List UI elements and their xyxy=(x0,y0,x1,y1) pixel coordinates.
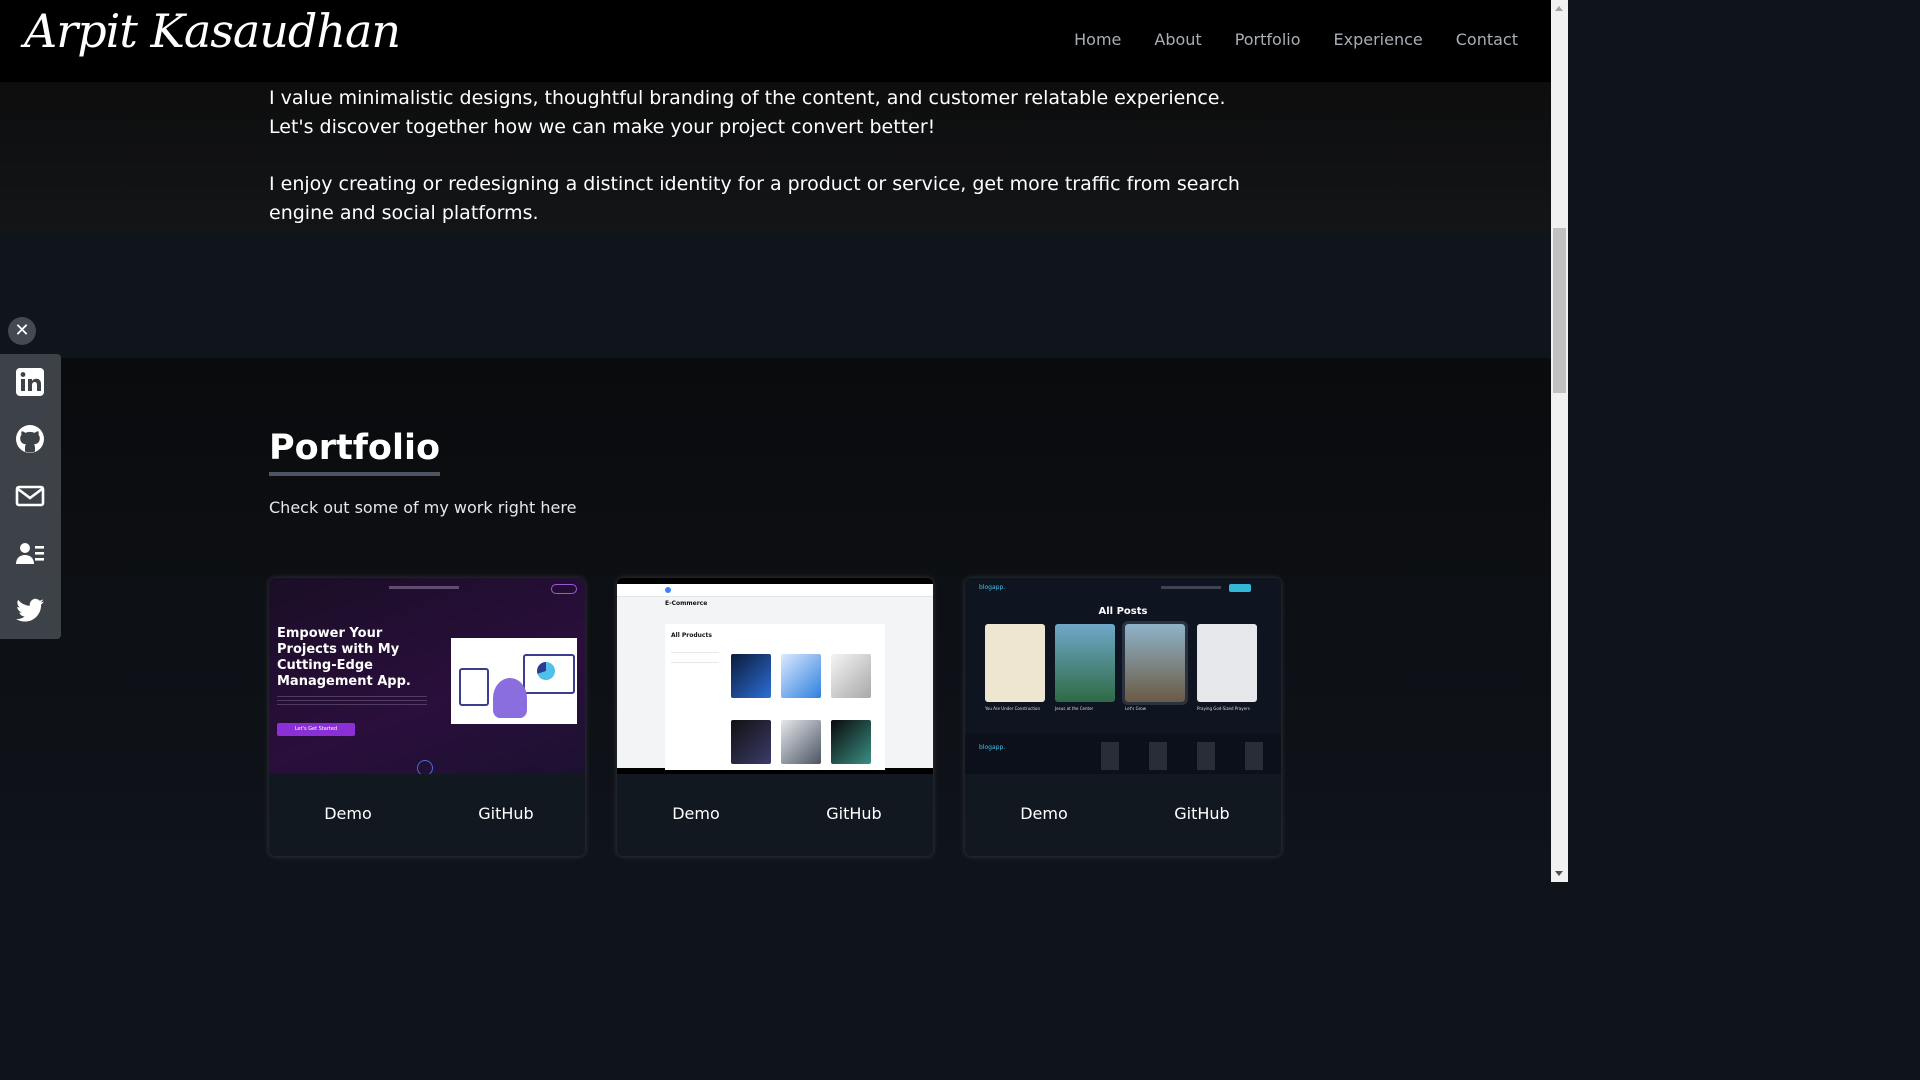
product-image xyxy=(781,654,821,698)
product-image xyxy=(781,720,821,764)
post-image xyxy=(1197,624,1257,702)
product-image xyxy=(731,720,771,764)
thumb-footer: blogapp. xyxy=(965,734,1281,774)
post-title: Let's Grow xyxy=(1125,706,1147,711)
project-thumbnail-3[interactable]: blogapp. All Posts You Are Under Constru… xyxy=(965,578,1281,774)
main-nav: Home About Portfolio Experience Contact xyxy=(1074,30,1518,49)
scroll-down-icon[interactable] xyxy=(1555,871,1563,876)
thumb-topbar xyxy=(617,584,933,597)
thumb-nav-links xyxy=(389,586,459,589)
site-header: Arpit Kasaudhan Home About Portfolio Exp… xyxy=(0,0,1551,82)
thumb-heading: All Products xyxy=(671,632,712,639)
post-title: Jesus at the Center xyxy=(1055,706,1094,711)
post-title: Praying God-Sized Prayers xyxy=(1197,706,1250,711)
github-link[interactable]: GitHub xyxy=(775,804,933,823)
demo-link[interactable]: Demo xyxy=(617,804,775,823)
scroll-up-icon[interactable] xyxy=(1555,6,1563,11)
card-links: Demo GitHub xyxy=(617,804,933,823)
nav-experience[interactable]: Experience xyxy=(1334,30,1423,49)
thumb-nav-button xyxy=(551,584,577,594)
thumb-nav-links xyxy=(1161,586,1221,589)
demo-link[interactable]: Demo xyxy=(269,804,427,823)
post-image xyxy=(985,624,1045,702)
project-thumbnail-2[interactable]: E-Commerce All Products xyxy=(617,578,933,774)
close-icon[interactable]: ✕ xyxy=(8,317,36,345)
section-spacer xyxy=(0,234,1551,358)
about-paragraph-1: I value minimalistic designs, thoughtful… xyxy=(269,87,1226,138)
thumb-footer-brand: blogapp. xyxy=(979,744,1006,751)
thumb-panel: All Products xyxy=(665,624,885,770)
post-image xyxy=(1055,624,1115,702)
card-links: Demo GitHub xyxy=(269,804,585,823)
thumb-page: E-Commerce All Products xyxy=(617,584,933,770)
project-card-2: E-Commerce All Products Demo GitHub xyxy=(617,578,933,856)
linkedin-icon[interactable] xyxy=(14,366,46,398)
nav-home[interactable]: Home xyxy=(1074,30,1121,49)
social-sidebar xyxy=(0,354,61,639)
project-card-3: blogapp. All Posts You Are Under Constru… xyxy=(965,578,1281,856)
thumb-heading: All Posts xyxy=(1098,606,1148,617)
about-section: I value minimalistic designs, thoughtful… xyxy=(0,82,1551,234)
card-links: Demo GitHub xyxy=(965,804,1281,823)
project-card-1: Empower Your Projects with My Cutting-Ed… xyxy=(269,578,585,856)
thumb-navbar xyxy=(269,584,585,594)
thumb-footer-columns xyxy=(1101,742,1271,770)
thumb-brand: blogapp. xyxy=(979,584,1006,591)
thumb-title: E-Commerce xyxy=(665,600,708,607)
scrollbar-thumb[interactable] xyxy=(1553,228,1566,393)
thumb-filters xyxy=(671,652,719,672)
portfolio-subtitle: Check out some of my work right here xyxy=(269,498,577,517)
portfolio-title: Portfolio xyxy=(269,428,441,476)
product-image xyxy=(731,654,771,698)
site-logo[interactable]: Arpit Kasaudhan xyxy=(24,4,401,58)
post-image xyxy=(1122,621,1188,705)
mail-icon[interactable] xyxy=(14,480,46,512)
thumb-headline: Empower Your Projects with My Cutting-Ed… xyxy=(277,626,411,689)
thumb-body-text xyxy=(277,696,427,708)
resume-icon[interactable] xyxy=(14,537,46,569)
product-image xyxy=(831,654,871,698)
project-thumbnail-1[interactable]: Empower Your Projects with My Cutting-Ed… xyxy=(269,578,585,774)
nav-portfolio[interactable]: Portfolio xyxy=(1235,30,1301,49)
about-text: I value minimalistic designs, thoughtful… xyxy=(269,84,1269,256)
nav-contact[interactable]: Contact xyxy=(1456,30,1518,49)
page-scrollbar[interactable] xyxy=(1551,0,1568,882)
twitter-icon[interactable] xyxy=(14,594,46,626)
thumb-logo-dot xyxy=(665,587,671,593)
illustration-pie xyxy=(537,662,555,680)
thumb-cta: Let's Get Started xyxy=(277,723,355,736)
github-link[interactable]: GitHub xyxy=(427,804,585,823)
thumb-nav-button xyxy=(1229,584,1251,592)
about-paragraph-2: I enjoy creating or redesigning a distin… xyxy=(269,173,1240,224)
github-link[interactable]: GitHub xyxy=(1123,804,1281,823)
product-image xyxy=(831,720,871,764)
thumb-scroll-indicator xyxy=(417,760,433,774)
thumb-illustration xyxy=(451,638,577,724)
illustration-window xyxy=(459,668,489,706)
post-title: You Are Under Construction xyxy=(985,706,1041,711)
github-icon[interactable] xyxy=(14,423,46,455)
demo-link[interactable]: Demo xyxy=(965,804,1123,823)
nav-about[interactable]: About xyxy=(1154,30,1201,49)
illustration-person xyxy=(493,678,527,718)
